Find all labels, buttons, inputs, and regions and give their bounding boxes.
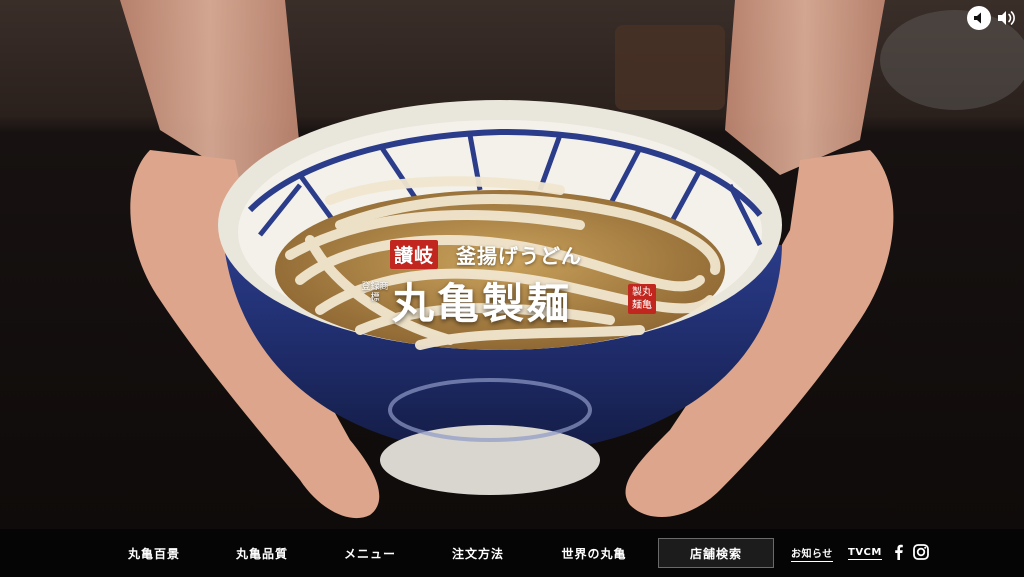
logo-seal: 製丸麺亀 [628, 284, 656, 314]
mute-button[interactable] [967, 6, 991, 30]
instagram-icon[interactable] [913, 544, 929, 560]
nav-item-marugame-quality[interactable]: 丸亀品質 [230, 529, 294, 577]
page: 讃岐 釜揚げうどん 登録商標 丸亀製麺 製丸麺亀 丸亀百景 丸亀品質 メニュー … [0, 0, 1024, 577]
brand-logo: 讃岐 釜揚げうどん 登録商標 丸亀製麺 製丸麺亀 [360, 238, 670, 328]
logo-trademark-text: 登録商標 [361, 282, 389, 303]
nav-link-tvcm[interactable]: TVCM [848, 529, 882, 577]
nav-link-news-label: お知らせ [791, 545, 833, 562]
main-navigation: 丸亀百景 丸亀品質 メニュー 注文方法 世界の丸亀 店舗検索 お知らせ TVCM [0, 529, 1024, 577]
nav-item-store-search[interactable]: 店舗検索 [658, 538, 774, 568]
facebook-icon[interactable] [891, 544, 907, 560]
speaker-mute-icon [974, 12, 981, 24]
nav-item-menu[interactable]: メニュー [338, 529, 402, 577]
nav-item-order-method[interactable]: 注文方法 [446, 529, 510, 577]
logo-brand-name: 丸亀製麺 [392, 279, 573, 328]
logo-region-tag: 讃岐 [390, 240, 439, 269]
logo-product-name: 釜揚げうどん [456, 244, 582, 268]
nav-item-world-marugame[interactable]: 世界の丸亀 [555, 529, 633, 577]
hero-video[interactable]: 讃岐 釜揚げうどん 登録商標 丸亀製麺 製丸麺亀 [0, 0, 1024, 529]
sound-controls [967, 6, 1017, 30]
nav-item-marugame-hyakkei[interactable]: 丸亀百景 [122, 529, 186, 577]
nav-link-news[interactable]: お知らせ [791, 529, 833, 577]
nav-link-tvcm-label: TVCM [848, 546, 882, 560]
speaker-volume-icon[interactable] [997, 9, 1017, 27]
